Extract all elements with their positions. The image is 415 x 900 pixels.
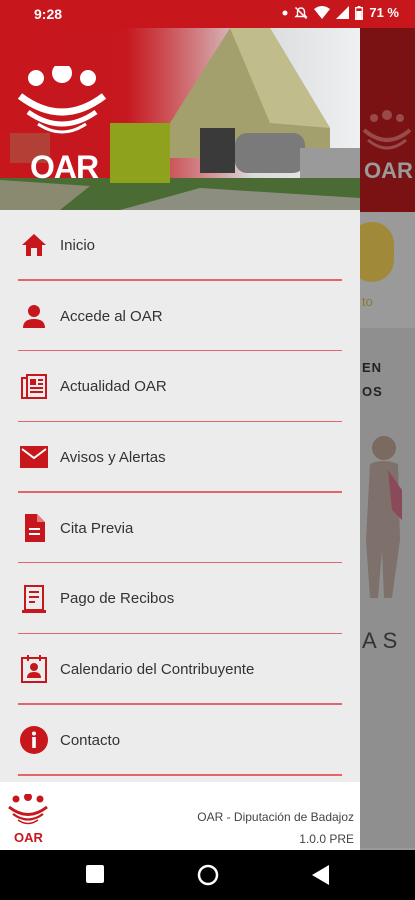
menu-divider	[18, 774, 342, 776]
drawer-menu: Inicio Accede al OAR Actualidad OAR Avis…	[0, 210, 360, 776]
menu-item-cita[interactable]: Cita Previa	[0, 493, 360, 564]
background-heading-line-1: EN	[362, 360, 383, 375]
info-icon	[20, 726, 48, 755]
drawer-footer: OAR OAR - Diputación de Badajoz 1.0.0 PR…	[0, 782, 360, 850]
menu-item-accede[interactable]: Accede al OAR	[0, 281, 360, 352]
background-heading: EN OS	[362, 356, 383, 404]
menu-item-label: Actualidad OAR	[60, 378, 167, 396]
menu-item-label: Avisos y Alertas	[60, 448, 166, 466]
navigation-drawer: OAR Inicio Accede al OAR Actualidad OAR	[0, 28, 360, 850]
background-logo: OAR	[362, 110, 413, 180]
home-icon	[20, 231, 48, 259]
news-icon	[20, 373, 48, 401]
menu-item-pago[interactable]: Pago de Recibos	[0, 563, 360, 635]
notification-dot-icon	[282, 10, 288, 15]
background-bottom-text: AS	[362, 628, 404, 653]
status-icons: 71 %	[282, 5, 399, 20]
background-heading-line-2: OS	[362, 384, 383, 399]
person-icon	[20, 302, 48, 330]
menu-item-calendario[interactable]: Calendario del Contribuyente	[0, 634, 360, 705]
footer-oar-logo: OAR	[8, 794, 48, 844]
background-circle-label: to	[362, 294, 373, 309]
status-time: 9:28	[34, 6, 63, 22]
oar-logo: OAR	[17, 66, 107, 185]
header-logo-text: OAR	[30, 149, 99, 185]
menu-item-label: Calendario del Contribuyente	[60, 660, 255, 678]
menu-item-avisos[interactable]: Avisos y Alertas	[0, 422, 360, 493]
wifi-icon	[314, 6, 331, 19]
background-figure-image	[366, 436, 402, 598]
home-button[interactable]	[197, 864, 219, 886]
battery-percent: 71 %	[369, 5, 399, 20]
menu-item-label: Pago de Recibos	[60, 590, 175, 608]
footer-version: 1.0.0 PRE	[299, 832, 354, 846]
calendar-contact-icon	[20, 655, 48, 684]
back-button[interactable]	[312, 865, 330, 885]
status-bar: 9:28 71 %	[0, 0, 415, 28]
menu-item-label: Accede al OAR	[60, 307, 163, 325]
svg-text:OAR: OAR	[364, 158, 413, 180]
system-navigation-bar	[0, 850, 415, 900]
document-icon	[20, 514, 48, 543]
menu-item-actualidad[interactable]: Actualidad OAR	[0, 351, 360, 423]
mail-icon	[20, 443, 48, 471]
receipt-icon	[20, 584, 48, 613]
drawer-header: OAR	[0, 28, 360, 210]
menu-item-label: Cita Previa	[60, 519, 134, 537]
battery-icon	[355, 5, 364, 20]
menu-item-contacto[interactable]: Contacto	[0, 705, 360, 776]
footer-organization: OAR - Diputación de Badajoz	[197, 810, 354, 824]
signal-icon	[336, 6, 350, 19]
footer-logo-text: OAR	[14, 830, 44, 844]
menu-item-label: Contacto	[60, 731, 121, 749]
mute-icon	[294, 6, 309, 19]
recents-button[interactable]	[86, 865, 104, 883]
menu-item-label: Inicio	[60, 236, 96, 254]
menu-item-inicio[interactable]: Inicio	[0, 210, 360, 281]
